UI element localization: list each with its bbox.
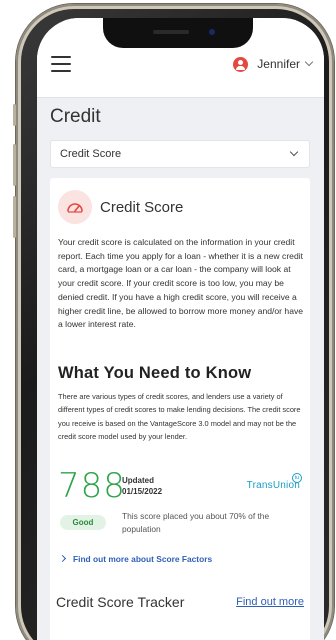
- user-menu[interactable]: Jennifer: [233, 54, 314, 74]
- user-name: Jennifer: [257, 57, 300, 71]
- credit-score-description: Your credit score is calculated on the i…: [58, 237, 304, 330]
- credit-bureau-logo: TransUnion: [246, 480, 300, 491]
- updated-date: 01/15/2022: [122, 487, 163, 496]
- tracker-find-out-more-link[interactable]: Find out more: [236, 596, 304, 608]
- credit-score-value: 788: [58, 466, 126, 506]
- speaker-grille: [153, 30, 189, 34]
- card-title: Credit Score: [100, 199, 184, 216]
- phone-volume-up-button: [13, 144, 16, 186]
- score-factors-link-label: Find out more about Score Factors: [73, 554, 213, 564]
- credit-score-tracker-card: Credit Score Tracker Find out more: [50, 578, 310, 640]
- phone-notch: [103, 18, 253, 48]
- speedometer-icon: [58, 190, 92, 224]
- chevron-down-icon: [289, 147, 299, 157]
- app-screen: Jennifer Credit Credit Score Credit Scor…: [37, 18, 324, 640]
- score-factors-link[interactable]: Find out more about Score Factors: [58, 554, 213, 564]
- page-title: Credit: [50, 106, 101, 127]
- know-heading: What You Need to Know: [58, 364, 252, 382]
- dropdown-selected-value: Credit Score: [60, 148, 122, 160]
- tracker-title: Credit Score Tracker: [56, 594, 185, 610]
- updated-label: Updated: [122, 476, 154, 485]
- user-avatar-icon: [233, 56, 249, 72]
- chevron-down-icon: [304, 57, 314, 67]
- section-dropdown[interactable]: Credit Score: [50, 140, 310, 168]
- front-camera-icon: [207, 27, 217, 37]
- score-rating-badge: Good: [60, 515, 106, 530]
- phone-volume-down-button: [13, 196, 16, 238]
- credit-score-card: Credit Score Your credit score is calcul…: [50, 178, 310, 594]
- know-description: There are various types of credit scores…: [58, 392, 301, 441]
- phone-side-button: [13, 104, 16, 126]
- hamburger-menu-icon[interactable]: [51, 56, 71, 72]
- score-placement-text: This score placed you about 70% of the p…: [122, 511, 270, 534]
- chevron-right-icon: [58, 554, 67, 563]
